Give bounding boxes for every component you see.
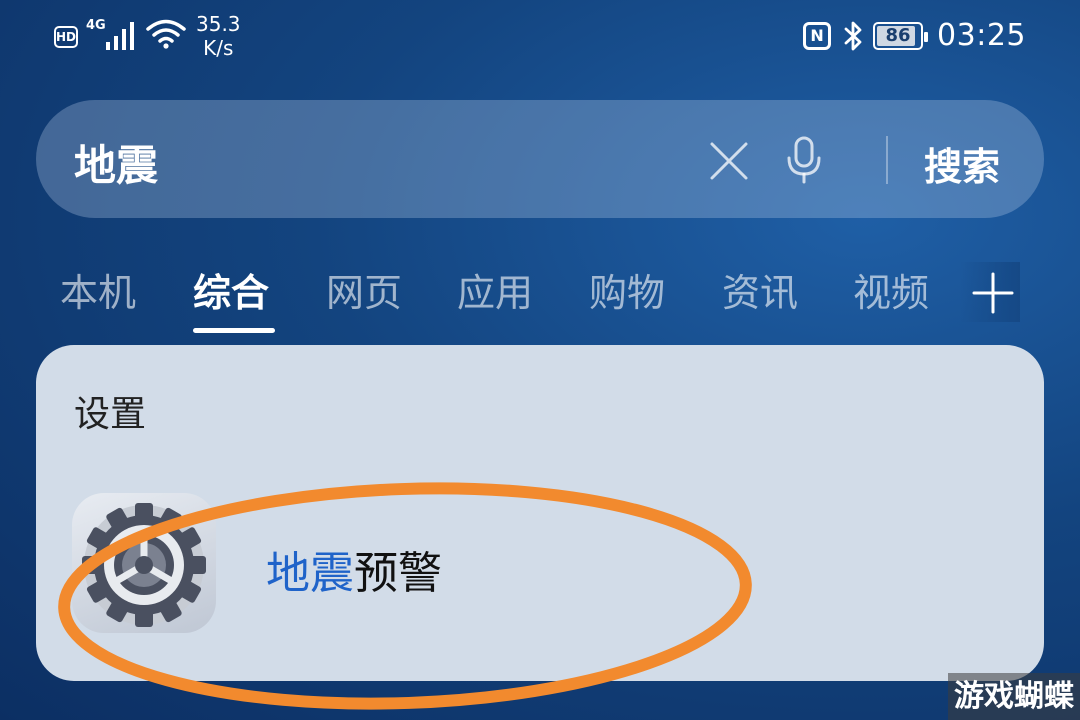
- category-tabs: 本机 综合 网页 应用 购物 资讯 视频: [60, 262, 1030, 332]
- clock: 03:25: [937, 18, 1026, 53]
- active-tab-indicator: [193, 328, 275, 333]
- status-bar: HD 4G 35.3 K/s N 86 03:25: [0, 0, 1080, 80]
- search-input[interactable]: 地震: [74, 132, 158, 193]
- cellular-signal-icon: 4G: [86, 12, 140, 52]
- tab-video[interactable]: 视频: [853, 262, 929, 317]
- status-right: N 86 03:25: [803, 18, 1026, 53]
- tab-news[interactable]: 资讯: [722, 262, 798, 317]
- annotation-ellipse: [58, 482, 752, 710]
- search-bar[interactable]: 地震 搜索: [36, 100, 1044, 218]
- nfc-icon: N: [803, 21, 832, 50]
- battery-icon: 86: [873, 21, 929, 50]
- close-icon[interactable]: [706, 138, 752, 184]
- signal-bars-icon: [106, 22, 134, 50]
- network-speed-unit: K/s: [203, 36, 234, 60]
- hd-badge: HD: [54, 26, 78, 48]
- network-speed: 35.3 K/s: [196, 12, 241, 60]
- watermark: 游戏蝴蝶: [948, 673, 1080, 720]
- wifi-icon: [146, 19, 186, 49]
- network-type-label: 4G: [86, 18, 106, 33]
- search-divider: [886, 136, 888, 184]
- search-button[interactable]: 搜索: [924, 136, 1000, 191]
- tab-shopping[interactable]: 购物: [589, 262, 665, 317]
- battery-level: 86: [885, 24, 911, 46]
- tab-local[interactable]: 本机: [60, 262, 136, 317]
- tab-all[interactable]: 综合: [193, 262, 269, 317]
- tab-web[interactable]: 网页: [326, 262, 402, 317]
- network-speed-value: 35.3: [196, 12, 241, 36]
- add-tab-icon[interactable]: [972, 272, 1014, 314]
- bluetooth-icon: [844, 21, 862, 50]
- tab-apps[interactable]: 应用: [457, 262, 533, 317]
- microphone-icon[interactable]: [784, 134, 824, 186]
- section-title: 设置: [74, 394, 147, 435]
- status-left: HD 4G 35.3 K/s: [54, 12, 241, 60]
